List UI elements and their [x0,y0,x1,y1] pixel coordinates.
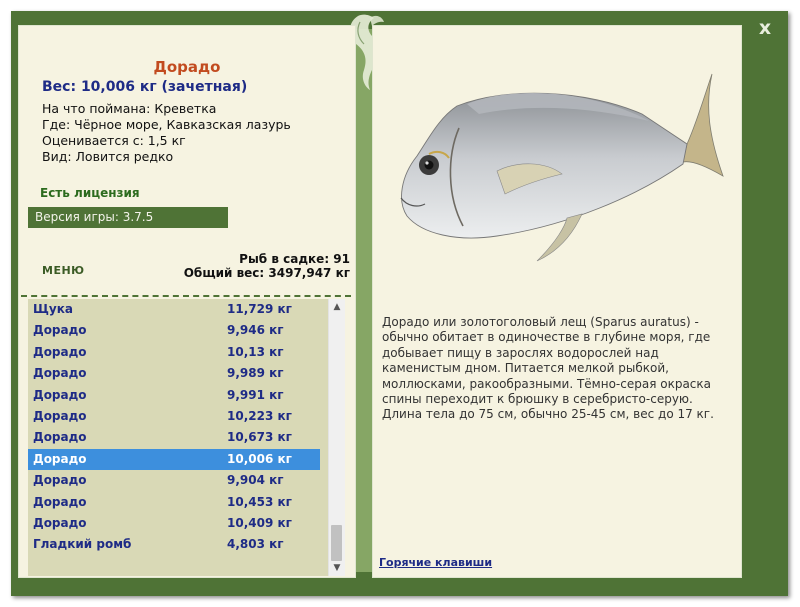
min-weight-info: Оценивается с: 1,5 кг [42,133,186,148]
hotkeys-link[interactable]: Горячие клавиши [379,556,492,569]
catch-list-scrollbar[interactable]: ▲ ▼ [328,299,345,576]
description-line: Дорадо или золотоголовый лещ (Sparus aur… [382,315,699,329]
catch-list-row[interactable]: Гладкий ромб 4,803 кг [28,534,320,555]
catch-details-panel: Дорадо Вес: 10,006 кг (зачетная) На что … [18,25,356,578]
catch-fish-weight: 10,673 кг [227,430,292,445]
location-info: Где: Чёрное море, Кавказская лазурь [42,117,291,132]
catch-fish-weight: 11,729 кг [227,302,292,316]
catch-fish-name: Гладкий ромб [33,537,132,552]
catch-fish-name: Дорадо [33,344,87,359]
catch-fish-name: Дорадо [33,473,87,488]
catch-list-row[interactable]: Дорадо 10,453 кг [28,492,320,513]
fish-description: Дорадо или золотоголовый лещ (Sparus aur… [382,315,732,423]
rarity-info: Вид: Ловится редко [42,149,174,164]
catch-list-row[interactable]: Дорадо 9,904 кг [28,470,320,491]
catch-list-row[interactable]: Дорадо 9,991 кг [28,385,320,406]
description-line: Длина тела до 75 см, обычно 25-45 см, ве… [382,407,714,422]
scrollbar-thumb[interactable] [331,525,342,561]
catch-list-row[interactable]: Дорадо 10,673 кг [28,427,320,448]
catch-list[interactable]: Щука 11,729 кг Дорадо 9,946 кг Дорадо 10,13 к… [28,299,345,576]
catch-fish-weight: 10,453 кг [227,494,292,509]
arrow-down-icon[interactable]: ▼ [329,560,345,576]
catch-fish-weight: 4,803 кг [227,537,284,552]
catch-fish-name: Дорадо [33,366,87,381]
catch-fish-name: Дорадо [33,516,87,530]
description-line: обычно обитает в одиночестве в глубине м… [382,330,711,345]
arrow-up-icon[interactable]: ▲ [329,299,345,315]
menu-button[interactable]: МЕНЮ [42,264,85,277]
catch-fish-name: Дорадо [33,323,87,338]
catch-list-row[interactable]: Дорадо 10,409 кг [28,513,320,534]
catch-list-row[interactable]: Дорадо 10,13 кг [28,342,320,363]
catch-fish-name: Дорадо [33,494,87,509]
catch-list-row[interactable]: Дорадо 10,223 кг [28,406,320,427]
license-status: Есть лицензия [40,186,140,200]
description-line: спины переходит к брюшку в серебристо-се… [382,392,693,407]
catch-fish-weight: 10,006 кг [227,451,292,466]
catch-list-row[interactable]: Дорадо 10,006 кг [28,448,320,470]
catch-fish-weight: 10,409 кг [227,516,292,530]
catch-fish-name: Дорадо [33,451,87,466]
catch-fish-weight: 9,904 кг [227,473,284,488]
catch-fish-weight: 9,991 кг [227,387,284,402]
catch-fish-name: Дорадо [33,430,87,445]
total-weight: Общий вес: 3497,947 кг [183,266,350,280]
divider [21,295,351,297]
catch-fish-name: Дорадо [33,409,87,423]
game-version: Версия игры: 3.7.5 [28,207,228,228]
description-line: добывает пищу в зарослях водорослей над [382,345,659,360]
dorado-fish-image [400,73,724,262]
keepnet-count: Рыб в садке: 91 [239,252,350,266]
catch-fish-weight: 10,13 кг [227,344,284,359]
description-line: каменистым дном. Питается мелкой рыбкой, [382,361,669,376]
bait-info: На что поймана: Креветка [42,101,217,116]
catch-list-row[interactable]: Дорадо 9,989 кг [28,363,320,384]
catch-fish-weight: 9,989 кг [227,366,284,381]
catch-fish-name: Дорадо [33,387,87,402]
catch-fish-name: Щука [33,302,73,316]
description-line: моллюсками, ракообразными. Тёмно-серая о… [382,376,711,391]
catch-list-row[interactable]: Дорадо 9,946 кг [28,320,320,341]
fish-title: Дорадо [153,58,221,76]
catch-list-row[interactable]: Щука 11,729 кг [28,299,320,320]
fish-weight: Вес: 10,006 кг (зачетная) [42,79,248,95]
fish-description-panel: Дорадо или золотоголовый лещ (Sparus aur… [372,25,742,578]
close-button[interactable]: x [751,15,779,41]
catch-fish-weight: 9,946 кг [227,323,284,338]
catch-fish-weight: 10,223 кг [227,409,292,423]
